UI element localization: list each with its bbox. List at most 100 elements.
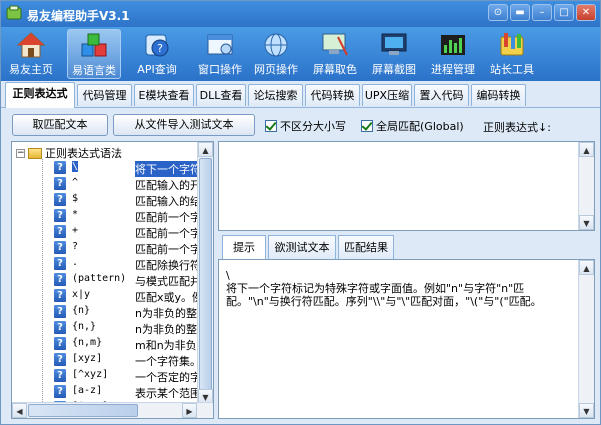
skin-button[interactable]: ⊙ — [488, 4, 508, 21]
tree-vertical-scrollbar[interactable]: ▲ ▼ — [197, 142, 213, 404]
tree-item-symbol: [a-z] — [72, 385, 103, 396]
help-icon: ? — [54, 337, 66, 350]
help-icon: ? — [54, 193, 66, 206]
tree-item[interactable]: ? [^xyz] 一个否定的字 — [12, 368, 197, 384]
hint-scrollbar[interactable]: ▲ ▼ — [578, 260, 594, 418]
tree-item[interactable]: ? {n} n为非负的整 — [12, 304, 197, 320]
tree-item[interactable]: ? \ 将下一个字符 — [12, 160, 197, 177]
tree-item[interactable]: ? {n,} n为非负的整 — [12, 320, 197, 336]
tree-item[interactable]: ? ^ 匹配输入的开 — [12, 176, 197, 192]
globe-icon — [264, 33, 288, 57]
tab-dll-view[interactable]: DLL查看 — [196, 84, 246, 106]
match-text-button[interactable]: 取匹配文本 — [12, 114, 108, 136]
tab-forum-search[interactable]: 论坛搜索 — [248, 84, 303, 106]
tree-item-symbol: ^ — [72, 177, 79, 188]
tree-item[interactable]: ? x|y 匹配x或y。例 — [12, 288, 197, 304]
hint-panel[interactable]: \ 将下一个字符标记为特殊字符或字面值。例如"n"与字符"n"匹配。"\n"与换… — [218, 259, 595, 419]
import-file-button[interactable]: 从文件导入测试文本 — [113, 114, 255, 136]
process-icon — [441, 35, 465, 55]
tab-regex[interactable]: 正则表达式 — [5, 82, 75, 108]
tree-item-symbol: [xyz] — [72, 353, 103, 364]
subtab-hint[interactable]: 提示 — [222, 235, 266, 259]
global-match-checkbox[interactable]: 全局匹配(Global) — [361, 118, 464, 134]
title-bar[interactable]: 易友编程助手V3.1 ⊙ ▬ – □ ✕ — [1, 1, 600, 27]
tab-e-module[interactable]: E模块查看 — [134, 84, 194, 106]
scroll-up-arrow-icon[interactable]: ▲ — [579, 260, 594, 275]
tree-item[interactable]: ? * 匹配前一个字 — [12, 208, 197, 224]
tree-root[interactable]: − 正则表达式语法 — [16, 145, 122, 161]
tree-item-symbol: (pattern) — [72, 273, 127, 284]
regex-scrollbar[interactable]: ▲ ▼ — [578, 142, 594, 230]
tree-item[interactable]: ? (pattern) 与模式匹配并 — [12, 272, 197, 288]
tree-item[interactable]: ? + 匹配前一个字 — [12, 224, 197, 240]
tree-item-description: 匹配前一个字 — [135, 227, 197, 240]
help-icon: ? — [54, 289, 66, 302]
help-icon: ? — [54, 225, 66, 238]
scroll-down-arrow-icon[interactable]: ▼ — [579, 215, 594, 230]
help-icon: ? — [54, 177, 66, 190]
toolbar-web[interactable]: 网页操作 — [249, 29, 303, 79]
api-help-icon: ? — [145, 34, 169, 57]
toolbar-screenshot[interactable]: 屏幕截图 — [367, 29, 421, 79]
tree-item-description: 匹配x或y。例 — [135, 291, 197, 304]
tree-item-description: 将下一个字符 — [135, 161, 197, 177]
toolbar-process[interactable]: 进程管理 — [426, 29, 480, 79]
tree-item-symbol: + — [72, 225, 79, 236]
hscroll-thumb[interactable] — [28, 404, 138, 417]
scroll-down-arrow-icon[interactable]: ▼ — [579, 403, 594, 418]
scroll-thumb[interactable] — [199, 158, 212, 390]
toolbar-api[interactable]: ? API查询 — [130, 29, 184, 79]
tab-code-manage[interactable]: 代码管理 — [77, 84, 132, 106]
scroll-up-arrow-icon[interactable]: ▲ — [198, 142, 213, 157]
regex-label: 正则表达式↓: — [483, 121, 551, 134]
color-picker-icon — [322, 33, 348, 56]
scroll-left-arrow-icon[interactable]: ◀ — [12, 403, 27, 418]
maximize-button[interactable]: □ — [554, 4, 574, 21]
tree-item-description: 表示某个范围 — [135, 387, 197, 400]
tab-code-convert[interactable]: 代码转换 — [305, 84, 360, 106]
toolbar-webmaster[interactable]: 站长工具 — [485, 29, 539, 79]
hint-text: \ 将下一个字符标记为特殊字符或字面值。例如"n"与字符"n"匹配。"\n"与换… — [226, 269, 542, 308]
blocks-icon — [81, 33, 107, 57]
toolbar-colorpick[interactable]: 屏幕取色 — [308, 29, 362, 79]
help-icon: ? — [54, 353, 66, 366]
toolbar-yiyuyan[interactable]: 易语言类 — [67, 29, 121, 79]
tab-upx[interactable]: UPX压缩 — [362, 84, 412, 106]
tab-encoding[interactable]: 编码转换 — [471, 84, 526, 106]
tree-item-symbol: [^xyz] — [72, 369, 109, 380]
tree-item[interactable]: ? $ 匹配输入的结 — [12, 192, 197, 208]
syntax-tree[interactable]: − 正则表达式语法 ? \ 将下一个字符? ^ 匹配输入的开? $ 匹配输入的结? * 匹配前一… — [11, 141, 214, 419]
help-icon: ? — [54, 161, 66, 174]
tree-item-symbol: {n} — [72, 305, 91, 316]
tree-item[interactable]: ?. 匹配除换行符 — [12, 256, 197, 272]
close-button[interactable]: ✕ — [576, 4, 596, 21]
tree-item[interactable]: ? {n,m} m和n为非负的 — [12, 336, 197, 352]
main-toolbar: 易友主页 易语言类 ? API查询 窗口操作 网页操作 屏幕取色 屏幕截图 进程… — [1, 27, 600, 81]
checkbox-checked-icon — [265, 120, 277, 132]
tree-item-symbol: {n,} — [72, 321, 97, 332]
tree-item[interactable]: ? [xyz] 一个字符集。 — [12, 352, 197, 368]
window-title: 易友编程助手V3.1 — [27, 9, 130, 23]
toolbar-home[interactable]: 易友主页 — [4, 29, 58, 79]
tree-horizontal-scrollbar[interactable]: ◀ ▶ — [12, 402, 213, 418]
subtab-match-result[interactable]: 匹配结果 — [338, 235, 394, 259]
menu-button[interactable]: ▬ — [510, 4, 530, 21]
tab-insert-code[interactable]: 置入代码 — [414, 84, 469, 106]
help-icon: ? — [54, 241, 66, 254]
minimize-button[interactable]: – — [532, 4, 552, 21]
subtab-test-text[interactable]: 欲测试文本 — [268, 235, 336, 259]
tree-item-symbol: $ — [72, 193, 79, 204]
toolbar-window[interactable]: 窗口操作 — [193, 29, 247, 79]
help-icon: ? — [54, 257, 66, 270]
collapse-icon[interactable]: − — [16, 148, 25, 158]
tree-item-description: n为非负的整 — [135, 307, 197, 320]
tree-item[interactable]: ? [a-z] 表示某个范围 — [12, 384, 197, 400]
tree-item-symbol: \ — [72, 161, 79, 172]
scroll-up-arrow-icon[interactable]: ▲ — [579, 142, 594, 157]
scroll-right-arrow-icon[interactable]: ▶ — [182, 403, 197, 418]
regex-input[interactable]: ▲ ▼ — [218, 141, 595, 231]
ignore-case-checkbox[interactable]: 不区分大小写 — [265, 118, 346, 134]
tree-item[interactable]: ?? 匹配前一个字 — [12, 240, 197, 256]
tree-item-description: 匹配前一个字 — [135, 211, 197, 224]
tree-item-description: n为非负的整 — [135, 323, 197, 336]
